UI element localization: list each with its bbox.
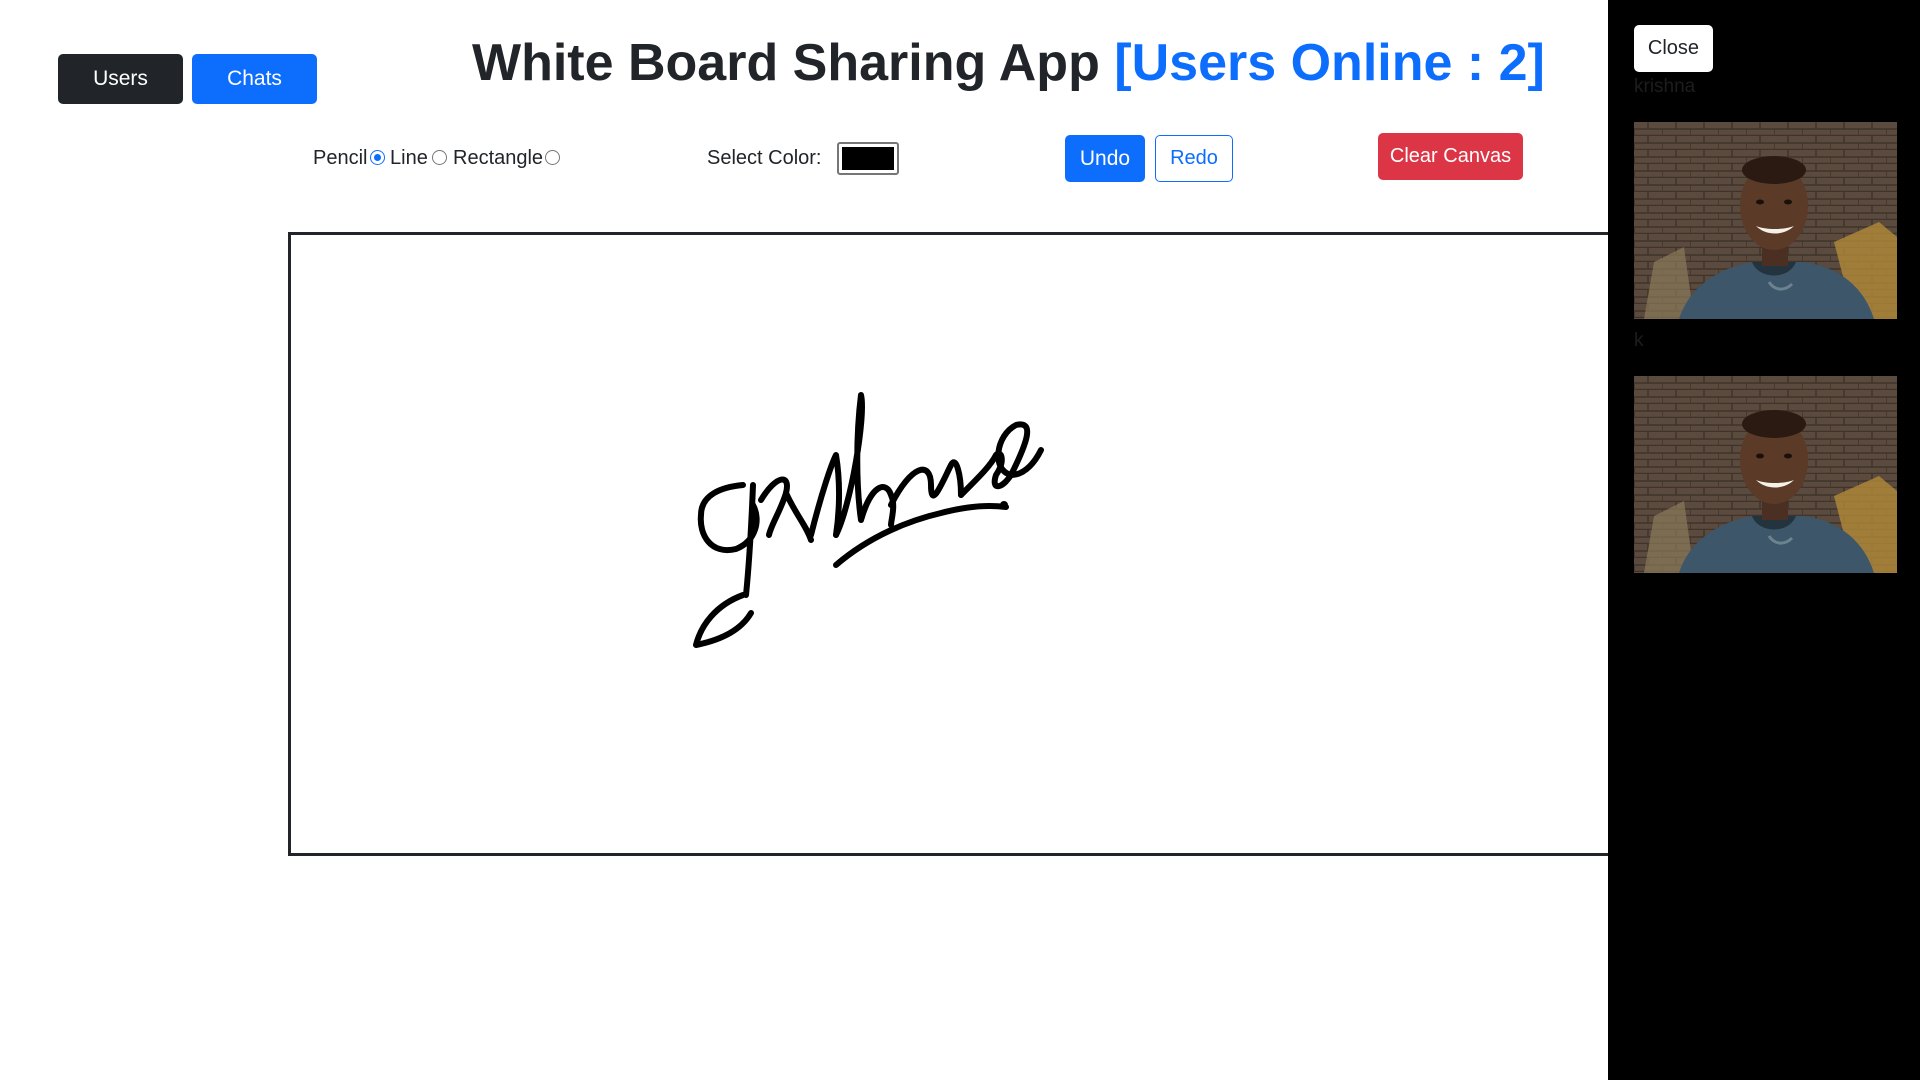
video-side-panel: Close krishna k (1608, 0, 1920, 1080)
stroke-i (783, 490, 814, 543)
color-picker[interactable] (837, 142, 899, 175)
pencil-radio[interactable] (370, 150, 385, 165)
rectangle-radio[interactable] (545, 150, 560, 165)
person-eye-right (1784, 453, 1792, 459)
person-eye-left (1756, 199, 1764, 205)
color-swatch-fill (842, 147, 894, 170)
line-radio[interactable] (432, 150, 447, 165)
video-feed (1634, 376, 1897, 573)
clear-canvas-button[interactable]: Clear Canvas (1378, 133, 1523, 180)
person-hair (1742, 410, 1806, 438)
stroke-dot (1000, 501, 1008, 509)
whiteboard-canvas[interactable] (288, 232, 1668, 856)
redo-button[interactable]: Redo (1155, 135, 1233, 182)
chats-button[interactable]: Chats (192, 54, 317, 104)
person-hair (1742, 156, 1806, 184)
video-label-krishna: krishna (1634, 76, 1696, 97)
select-color-label: Select Color: (707, 147, 822, 169)
video-frame (1634, 376, 1897, 573)
page-title: White Board Sharing App [Users Online : … (472, 28, 1545, 98)
users-online-count: [Users Online : 2] (1114, 34, 1545, 92)
video-label-k: k (1634, 330, 1644, 351)
stroke-h (833, 392, 897, 538)
stroke-s (808, 452, 843, 538)
person-eye-left (1756, 453, 1764, 459)
video-feed (1634, 122, 1897, 319)
stroke-r (758, 476, 790, 538)
tool-label-rectangle: Rectangle (453, 147, 544, 169)
tool-label-pencil: Pencil (313, 147, 368, 169)
stroke-a (995, 421, 1044, 478)
tool-label-line: Line (390, 147, 428, 169)
stroke-k-tail (693, 592, 754, 648)
app-title: White Board Sharing App (472, 34, 1100, 92)
users-button[interactable]: Users (58, 54, 183, 104)
video-frame (1634, 122, 1897, 319)
close-button[interactable]: Close (1634, 25, 1713, 72)
stroke-m (888, 459, 964, 508)
person-eye-right (1784, 199, 1792, 205)
canvas-drawing (693, 392, 1044, 648)
undo-button[interactable]: Undo (1065, 135, 1145, 182)
